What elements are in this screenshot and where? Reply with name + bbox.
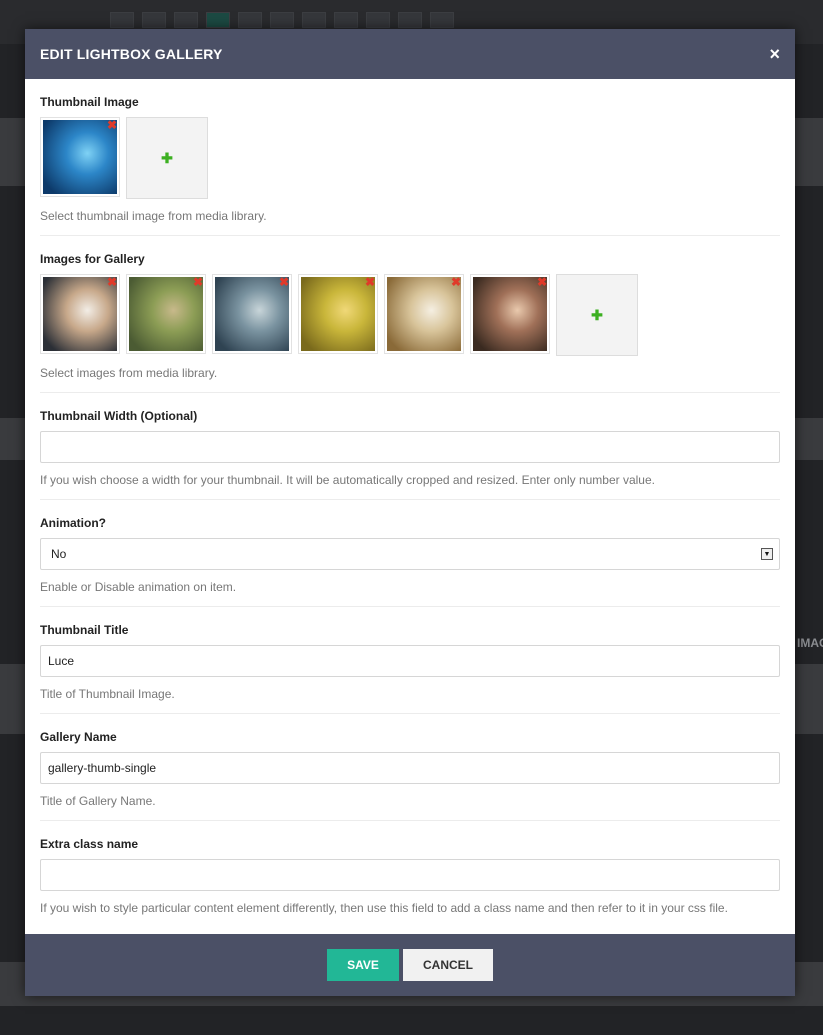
animation-label: Animation? [40, 516, 106, 530]
thumbnail-width-section: Thumbnail Width (Optional) If you wish c… [40, 393, 780, 500]
remove-image-icon[interactable]: ✖ [537, 276, 547, 288]
plus-icon: ✚ [591, 306, 603, 323]
dialog-footer: SAVE CANCEL [25, 934, 795, 996]
gallery-name-help: Title of Gallery Name. [40, 794, 156, 808]
remove-image-icon[interactable]: ✖ [193, 276, 203, 288]
backdrop-tool-icon [174, 12, 198, 28]
thumbnail-title-input[interactable] [40, 645, 780, 677]
backdrop-label: IMAG [797, 636, 823, 650]
cancel-button[interactable]: CANCEL [403, 949, 493, 981]
remove-image-icon[interactable]: ✖ [107, 119, 117, 131]
thumbnail-width-label: Thumbnail Width (Optional) [40, 409, 198, 423]
extra-class-section: Extra class name If you wish to style pa… [40, 821, 780, 927]
gallery-image-item[interactable]: ✖ [298, 274, 378, 354]
backdrop-tool-icon [430, 12, 454, 28]
thumbnail-title-section: Thumbnail Title Title of Thumbnail Image… [40, 607, 780, 714]
backdrop-tool-icon [238, 12, 262, 28]
dialog-body: Thumbnail Image ✖ ✚ Select thumbnail ima… [25, 79, 795, 927]
remove-image-icon[interactable]: ✖ [279, 276, 289, 288]
gallery-image-list: ✖ ✖ ✖ ✖ ✖ ✖ ✚ [40, 274, 780, 356]
backdrop-tool-icon [366, 12, 390, 28]
gallery-image-item[interactable]: ✖ [470, 274, 550, 354]
remove-image-icon[interactable]: ✖ [365, 276, 375, 288]
backdrop-tool-icon [270, 12, 294, 28]
gallery-name-label: Gallery Name [40, 730, 117, 744]
remove-image-icon[interactable]: ✖ [451, 276, 461, 288]
thumbnail-title-help: Title of Thumbnail Image. [40, 687, 175, 701]
gallery-image-item[interactable]: ✖ [384, 274, 464, 354]
gallery-name-section: Gallery Name Title of Gallery Name. [40, 714, 780, 821]
warriors-image-icon [215, 277, 289, 351]
hen-in-nest-image-icon [387, 277, 461, 351]
gallery-images-help: Select images from media library. [40, 366, 218, 380]
save-button[interactable]: SAVE [327, 949, 399, 981]
thumbnail-image-list: ✖ ✚ [40, 117, 780, 199]
couple-image-icon [473, 277, 547, 351]
fantasy-hero-thumbnail-icon [43, 120, 117, 194]
thumbnail-image-label: Thumbnail Image [40, 95, 139, 109]
two-men-suits-image-icon [43, 277, 117, 351]
extra-class-help: If you wish to style particular content … [40, 901, 728, 915]
animation-section: Animation? No ▼ Enable or Disable animat… [40, 500, 780, 607]
add-gallery-image-button[interactable]: ✚ [556, 274, 638, 356]
backdrop-tool-icon [398, 12, 422, 28]
close-icon[interactable]: × [769, 45, 780, 63]
gallery-image-item[interactable]: ✖ [40, 274, 120, 354]
thumbnail-width-input[interactable] [40, 431, 780, 463]
backdrop-tool-icon [302, 12, 326, 28]
extra-class-input[interactable] [40, 859, 780, 891]
dialog-title: EDIT LIGHTBOX GALLERY [40, 46, 223, 62]
gallery-image-item[interactable]: ✖ [126, 274, 206, 354]
animation-help: Enable or Disable animation on item. [40, 580, 237, 594]
thumbnail-title-label: Thumbnail Title [40, 623, 129, 637]
gallery-name-input[interactable] [40, 752, 780, 784]
edit-lightbox-gallery-dialog: EDIT LIGHTBOX GALLERY × Thumbnail Image … [25, 29, 795, 996]
gallery-image-item[interactable]: ✖ [212, 274, 292, 354]
extra-class-label: Extra class name [40, 837, 139, 851]
animation-selected-value: No [51, 547, 67, 561]
mermaid-image-icon [129, 277, 203, 351]
dropdown-arrow-icon[interactable]: ▼ [761, 548, 773, 560]
gallery-images-label: Images for Gallery [40, 252, 145, 266]
frog-creatures-image-icon [301, 277, 375, 351]
dialog-header: EDIT LIGHTBOX GALLERY × [25, 29, 795, 79]
thumbnail-image-section: Thumbnail Image ✖ ✚ Select thumbnail ima… [40, 79, 780, 236]
thumbnail-image-item[interactable]: ✖ [40, 117, 120, 197]
plus-icon: ✚ [161, 149, 173, 166]
add-thumbnail-button[interactable]: ✚ [126, 117, 208, 199]
backdrop-tool-icon [206, 12, 230, 28]
thumbnail-width-help: If you wish choose a width for your thum… [40, 473, 655, 487]
backdrop-tool-icon [110, 12, 134, 28]
remove-image-icon[interactable]: ✖ [107, 276, 117, 288]
gallery-images-section: Images for Gallery ✖ ✖ ✖ ✖ ✖ ✖ ✚ Select … [40, 236, 780, 393]
animation-select[interactable]: No ▼ [40, 538, 780, 570]
thumbnail-image-help: Select thumbnail image from media librar… [40, 209, 267, 223]
backdrop-tool-icon [334, 12, 358, 28]
backdrop-tool-icon [142, 12, 166, 28]
